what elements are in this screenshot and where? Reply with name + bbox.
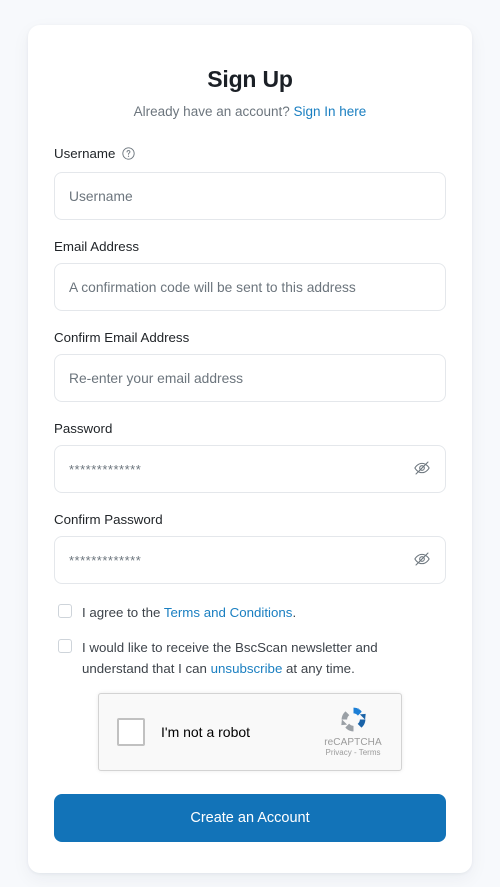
terms-text: I agree to the Terms and Conditions. [82,602,296,623]
field-password: Password [54,421,446,493]
recaptcha-checkbox[interactable] [117,718,145,746]
recaptcha-branding: reCAPTCHA Privacy - Terms [316,703,390,757]
label-username: Username [54,146,446,164]
recaptcha-brand-name: reCAPTCHA [324,737,382,748]
field-username: Username [54,146,446,220]
question-circle-icon[interactable] [122,147,135,164]
password-input-wrap [54,445,446,493]
eye-off-icon [413,459,431,480]
newsletter-row: I would like to receive the BscScan news… [54,637,446,679]
field-email: Email Address [54,239,446,311]
field-confirm-password: Confirm Password [54,512,446,584]
field-confirm-email: Confirm Email Address [54,330,446,402]
signin-prompt-text: Already have an account? [133,104,294,119]
label-username-text: Username [54,146,116,161]
label-confirm-password: Confirm Password [54,512,163,527]
sign-in-link[interactable]: Sign In here [294,104,367,119]
email-input-wrap [54,263,446,311]
recaptcha-label: I'm not a robot [161,724,251,740]
username-input[interactable] [54,172,446,220]
terms-row: I agree to the Terms and Conditions. [54,602,446,623]
terms-checkbox[interactable] [58,604,72,618]
confirm-password-input[interactable] [54,536,446,584]
confirm-email-input[interactable] [54,354,446,402]
page-title: Sign Up [207,66,293,92]
username-input-wrap [54,172,446,220]
create-account-button[interactable]: Create an Account [54,794,446,842]
signin-prompt: Already have an account? Sign In here [54,104,446,119]
label-email: Email Address [54,239,139,254]
recaptcha-logo-icon [316,703,390,736]
password-visibility-toggle[interactable] [410,457,434,481]
eye-off-icon [413,550,431,571]
terms-text-before: I agree to the [82,605,164,620]
unsubscribe-link[interactable]: unsubscribe [211,661,283,676]
recaptcha-widget[interactable]: I'm not a robot reCAPTCHA Privacy - Term… [98,693,402,771]
terms-text-after: . [292,605,297,620]
signup-page: Sign Up Already have an account? Sign In… [0,0,500,887]
agreement-checkboxes: I agree to the Terms and Conditions. I w… [54,602,446,679]
password-input[interactable] [54,445,446,493]
label-confirm-email: Confirm Email Address [54,330,190,345]
newsletter-text: I would like to receive the BscScan news… [82,637,446,679]
email-input[interactable] [54,263,446,311]
confirm-password-input-wrap [54,536,446,584]
recaptcha-area: I'm not a robot reCAPTCHA Privacy - Term… [54,693,446,771]
confirm-email-input-wrap [54,354,446,402]
newsletter-text-after: at any time. [282,661,355,676]
recaptcha-legal: Privacy - Terms [325,748,381,757]
confirm-password-visibility-toggle[interactable] [410,548,434,572]
label-password: Password [54,421,113,436]
signup-card: Sign Up Already have an account? Sign In… [28,25,472,873]
terms-link[interactable]: Terms and Conditions [164,605,293,620]
newsletter-checkbox[interactable] [58,639,72,653]
